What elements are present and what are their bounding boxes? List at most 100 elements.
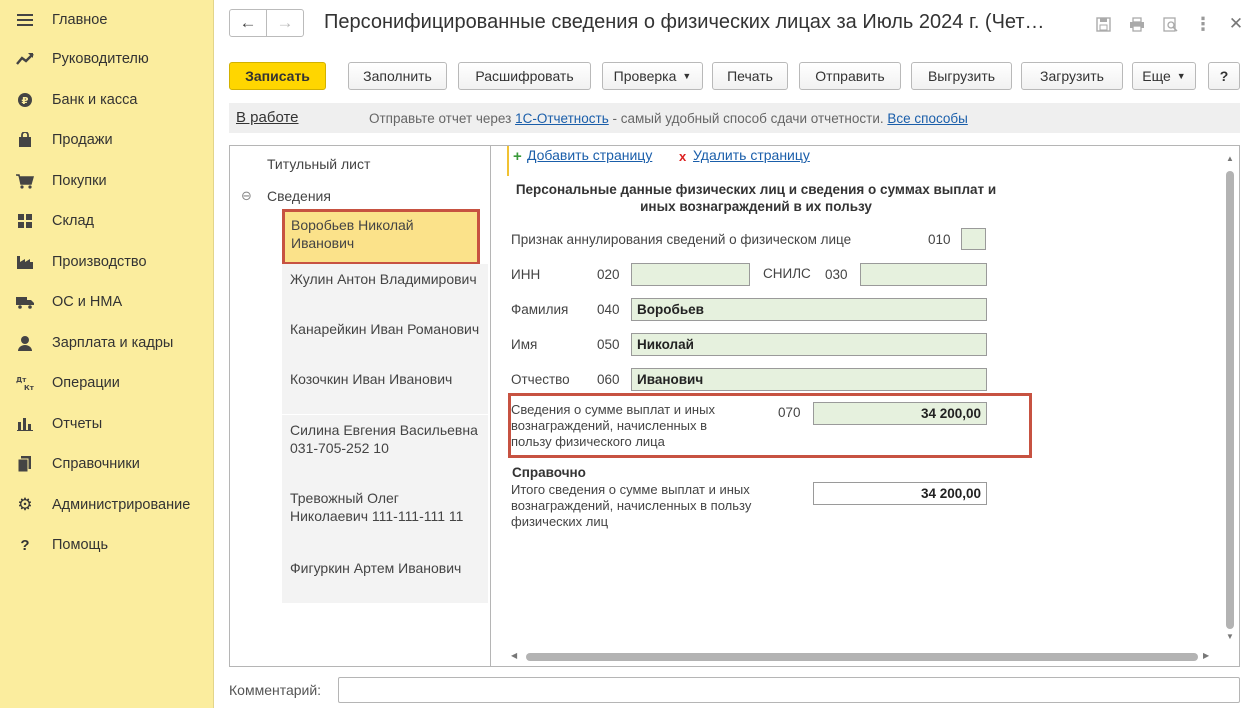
patronymic-field[interactable]: Иванович	[631, 368, 987, 391]
inn-label: ИНН	[511, 267, 541, 282]
snils-code: 030	[825, 267, 848, 282]
sidebar-item-label: Руководителю	[52, 51, 149, 67]
tree-person-item[interactable]: Жулин Антон Владимирович	[282, 264, 488, 314]
bag-icon	[16, 131, 34, 149]
info-message-middle: - самый удобный способ сдачи отчетности.	[608, 111, 888, 126]
check-dropdown-button[interactable]: Проверка ▼	[602, 62, 703, 90]
close-icon[interactable]: ✕	[1226, 14, 1246, 34]
tree-person-item[interactable]: Воробьев Николай Иванович	[282, 209, 480, 265]
status-link[interactable]: В работе	[236, 109, 299, 126]
sidebar-item-label: Зарплата и кадры	[52, 335, 174, 351]
more-button-label: Еще	[1142, 68, 1171, 84]
title-bar: ← → Персонифицированные сведения о физич…	[215, 0, 1256, 50]
forward-button[interactable]: →	[266, 9, 304, 37]
tree-title-page[interactable]: Титульный лист	[267, 155, 370, 173]
scroll-down-icon[interactable]: ▼	[1225, 632, 1235, 641]
tree-person-item[interactable]: Силина Евгения Васильевна 031-705-252 10	[282, 415, 488, 483]
all-methods-link[interactable]: Все способы	[887, 111, 967, 126]
sidebar-item-main[interactable]: Главное	[0, 0, 214, 40]
add-page-link[interactable]: Добавить страницу	[527, 147, 652, 163]
annul-code: 010	[928, 232, 951, 247]
scroll-up-icon[interactable]: ▲	[1225, 154, 1235, 163]
sidebar-item-label: Отчеты	[52, 416, 103, 432]
main-area: ← → Персонифицированные сведения о физич…	[215, 0, 1256, 708]
scroll-left-icon[interactable]: ◀	[511, 651, 517, 660]
info-message-prefix: Отправьте отчет через	[369, 111, 516, 126]
books-icon	[16, 455, 34, 473]
tree-person-item[interactable]: Фигуркин Артем Иванович	[282, 553, 488, 603]
sidebar-item-purchases[interactable]: Покупки	[0, 161, 214, 201]
sidebar-item-label: ОС и НМА	[52, 294, 123, 310]
annul-label: Признак аннулирования сведений о физичес…	[511, 232, 852, 247]
patronymic-code: 060	[597, 372, 620, 387]
sidebar-item-label: Помощь	[52, 537, 109, 553]
sidebar-item-sales[interactable]: Продажи	[0, 120, 214, 160]
sidebar-item-manager[interactable]: Руководителю	[0, 39, 214, 79]
vertical-scroll-thumb[interactable]	[1226, 171, 1234, 629]
fill-button[interactable]: Заполнить	[348, 62, 447, 90]
decode-button[interactable]: Расшифровать	[458, 62, 591, 90]
sections-tree: Титульный лист ⊖ Сведения Воробьев Никол…	[229, 145, 491, 667]
tree-collapse-toggle[interactable]: ⊖	[241, 187, 252, 205]
surname-code: 040	[597, 302, 620, 317]
menu-icon	[16, 11, 34, 29]
sidebar-item-production[interactable]: Производство	[0, 242, 214, 282]
warehouse-icon	[16, 212, 34, 230]
inn-field[interactable]	[631, 263, 750, 286]
gear-icon: ⚙	[17, 495, 33, 514]
tree-person-item[interactable]: Козочкин Иван Иванович	[282, 364, 488, 414]
scroll-right-icon[interactable]: ▶	[1203, 651, 1209, 660]
1c-reporting-link[interactable]: 1С-Отчетность	[515, 111, 609, 126]
question-icon: ?	[20, 536, 30, 554]
printer-icon[interactable]	[1127, 14, 1147, 34]
sidebar-item-bank[interactable]: ₽ Банк и касса	[0, 80, 214, 120]
tree-group-details[interactable]: Сведения	[267, 187, 331, 205]
name-field[interactable]: Николай	[631, 333, 987, 356]
snils-field[interactable]	[860, 263, 987, 286]
svg-text:₽: ₽	[22, 96, 29, 107]
horizontal-scrollbar[interactable]: ◀ ▶	[511, 651, 1211, 661]
sidebar-item-fixed-assets[interactable]: ОС и НМА	[0, 282, 214, 322]
save-button[interactable]: Записать	[229, 62, 326, 90]
send-button[interactable]: Отправить	[799, 62, 901, 90]
sidebar-item-warehouse[interactable]: Склад	[0, 201, 214, 241]
delete-page-link[interactable]: Удалить страницу	[693, 147, 810, 163]
sidebar-item-reports[interactable]: Отчеты	[0, 404, 214, 444]
more-dropdown-button[interactable]: Еще ▼	[1132, 62, 1196, 90]
sidebar-item-operations[interactable]: Дт Кт Операции	[0, 363, 214, 403]
person-icon	[16, 334, 34, 352]
factory-icon	[16, 253, 34, 271]
comment-input[interactable]	[338, 677, 1240, 703]
surname-field[interactable]: Воробьев	[631, 298, 987, 321]
print-button[interactable]: Печать	[712, 62, 788, 90]
back-button[interactable]: ←	[229, 9, 267, 37]
truck-icon	[16, 293, 34, 311]
save-disk-icon[interactable]	[1093, 14, 1113, 34]
snils-label: СНИЛС	[763, 266, 811, 281]
tree-person-item[interactable]: Канарейкин Иван Романович	[282, 314, 488, 364]
tree-person-item[interactable]: Тревожный Олег Николаевич 111-111-111 11	[282, 483, 488, 553]
annul-checkbox[interactable]	[961, 228, 986, 250]
sidebar: Главное Руководителю ₽ Банк и касса Прод…	[0, 0, 214, 708]
help-button[interactable]: ?	[1208, 62, 1240, 90]
export-button[interactable]: Выгрузить	[911, 62, 1012, 90]
sum-field[interactable]: 34 200,00	[813, 402, 987, 425]
coin-icon: ₽	[16, 91, 34, 109]
sidebar-item-label: Справочники	[52, 456, 140, 472]
arrow-right-icon: →	[276, 13, 294, 32]
form-heading: Персональные данные физических лиц и све…	[515, 182, 997, 214]
dropdown-arrow-icon: ▼	[682, 71, 692, 81]
horizontal-scroll-thumb[interactable]	[526, 653, 1198, 661]
cart-icon	[16, 172, 34, 190]
sidebar-item-salary[interactable]: Зарплата и кадры	[0, 323, 214, 363]
more-vertical-icon[interactable]: ⋮	[1193, 14, 1213, 34]
check-button-label: Проверка	[613, 68, 677, 84]
sidebar-item-admin[interactable]: ⚙ Администрирование	[0, 485, 214, 525]
vertical-scrollbar[interactable]: ▲ ▼	[1225, 154, 1235, 646]
sidebar-item-label: Главное	[52, 12, 108, 28]
preview-icon[interactable]	[1160, 14, 1180, 34]
name-code: 050	[597, 337, 620, 352]
sidebar-item-help[interactable]: ? Помощь	[0, 525, 214, 565]
import-button[interactable]: Загрузить	[1021, 62, 1123, 90]
sidebar-item-directories[interactable]: Справочники	[0, 444, 214, 484]
